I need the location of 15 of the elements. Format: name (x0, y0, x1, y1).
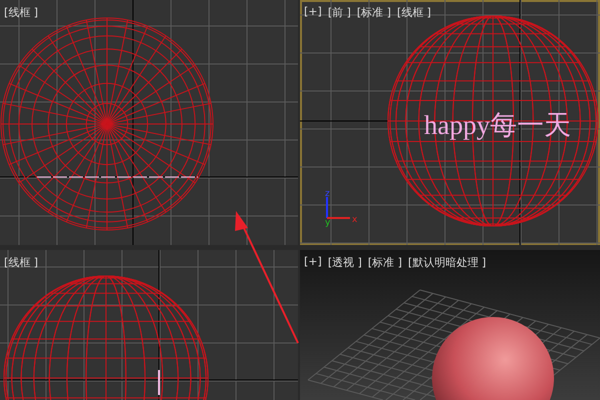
viewport-menu-label[interactable]: [线框 ] (4, 255, 38, 270)
viewport-menu-label[interactable]: [线框 ] (4, 5, 38, 20)
viewport-menu-label[interactable]: [标准 ] (356, 5, 391, 20)
viewport-menu-label[interactable]: [默认明暗处理 ] (408, 255, 486, 270)
viewport-menu-label[interactable]: [前 ] (328, 5, 351, 20)
viewport-menu-label[interactable]: [+] (304, 255, 322, 270)
axis-tripod-icon (326, 197, 350, 219)
text-outline-line (158, 370, 160, 395)
axis-label: z (325, 189, 330, 199)
viewport-menu-label[interactable]: [标准 ] (368, 255, 402, 270)
viewport-menu-label[interactable]: [透视 ] (328, 255, 362, 270)
viewport-menu-label[interactable]: [+] (304, 5, 322, 20)
axis-label: x (352, 215, 358, 225)
viewport-menu-label[interactable]: [线框 ] (397, 5, 432, 20)
axis-label: y (325, 218, 330, 228)
